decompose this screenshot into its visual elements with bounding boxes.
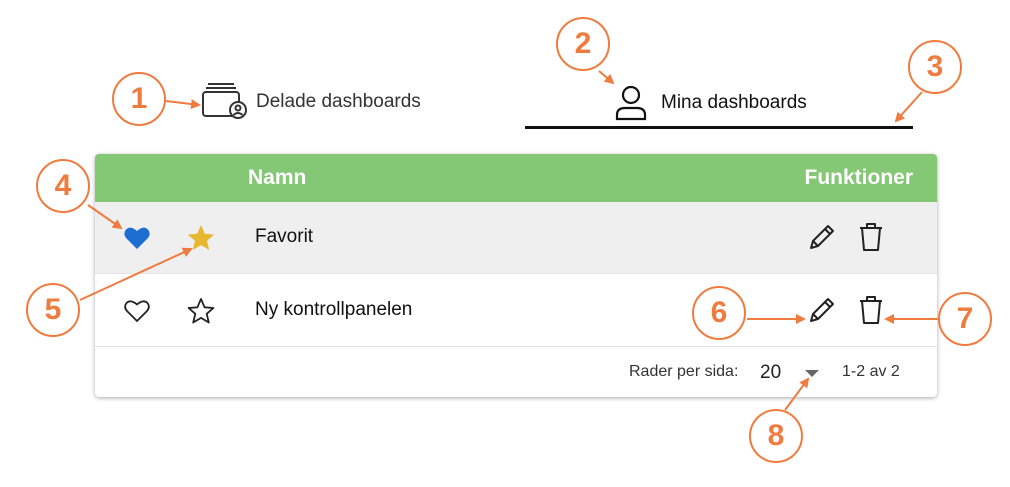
callout-5: 5	[26, 283, 80, 337]
tab-shared-label: Delade dashboards	[256, 91, 421, 112]
rows-per-page-select[interactable]: 20	[760, 360, 820, 386]
callout-2: 2	[556, 17, 610, 71]
trash-icon[interactable]	[858, 222, 884, 257]
dashboard-name[interactable]: Favorit	[255, 226, 313, 248]
table-pagination: Rader per sida: 20 1-2 av 2	[95, 348, 937, 397]
user-icon	[613, 84, 649, 127]
table-header: Namn Funktioner	[95, 154, 937, 202]
table-row: Ny kontrollpanelen	[95, 275, 937, 347]
tab-shared-dashboards[interactable]: Delade dashboards	[200, 80, 421, 124]
shared-dashboards-icon	[200, 80, 248, 125]
rows-per-page-label: Rader per sida:	[629, 363, 739, 380]
callout-6: 6	[692, 286, 746, 340]
star-outline-icon[interactable]	[186, 296, 216, 331]
dashboards-table: Namn Funktioner Favorit Ny kontrollpanel…	[95, 154, 937, 397]
tab-my-dashboards[interactable]: Mina dashboards	[525, 78, 913, 129]
star-filled-icon[interactable]	[186, 223, 216, 258]
callout-8: 8	[749, 409, 803, 463]
column-header-name: Namn	[248, 166, 307, 189]
tab-mine-label: Mina dashboards	[661, 92, 807, 113]
pagination-range: 1-2 av 2	[842, 363, 900, 380]
callout-1: 1	[112, 72, 166, 126]
trash-icon[interactable]	[858, 295, 884, 330]
dashboard-name[interactable]: Ny kontrollpanelen	[255, 299, 412, 321]
heart-outline-icon[interactable]	[123, 298, 151, 329]
callout-7: 7	[938, 292, 992, 346]
edit-icon[interactable]	[806, 296, 836, 331]
callout-3: 3	[908, 40, 962, 94]
column-header-functions: Funktioner	[804, 166, 914, 189]
heart-filled-icon[interactable]	[123, 225, 151, 256]
caret-down-icon[interactable]	[805, 370, 819, 377]
table-row: Favorit	[95, 202, 937, 274]
rows-per-page-value: 20	[760, 362, 782, 383]
callout-4: 4	[36, 159, 90, 213]
edit-icon[interactable]	[806, 223, 836, 258]
